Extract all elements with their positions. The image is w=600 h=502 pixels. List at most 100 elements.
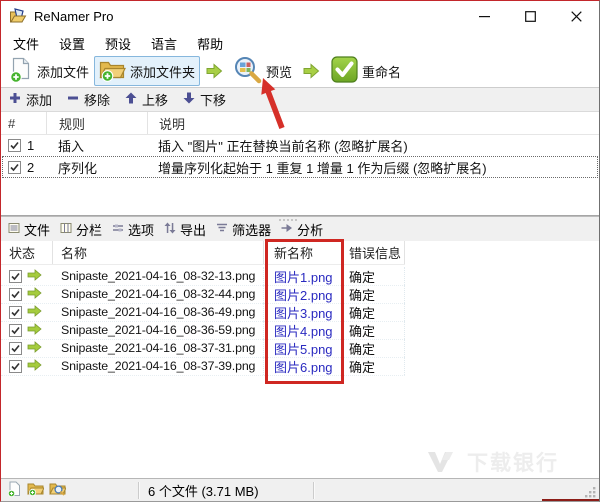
file-name: Snipaste_2021-04-16_08-36-59.png — [53, 321, 264, 339]
add-files-label: 添加文件 — [37, 64, 90, 80]
window-title: ReNamer Pro — [34, 8, 114, 24]
list-icon — [8, 222, 20, 237]
status-arrow-icon — [27, 340, 42, 356]
file-name: Snipaste_2021-04-16_08-37-31.png — [53, 339, 264, 357]
rules-col-desc[interactable]: 说明 — [148, 112, 599, 134]
file-row[interactable]: Snipaste_2021-04-16_08-36-59.png 图片4.png… — [1, 321, 405, 340]
file-row[interactable]: Snipaste_2021-04-16_08-32-13.png 图片1.png… — [1, 267, 405, 286]
rule-remove-label: 移除 — [84, 93, 111, 108]
status-arrow-icon — [27, 304, 42, 320]
rule-row[interactable]: 2 序列化 增量序列化起始于 1 重复 1 增量 1 作为后缀 (忽略扩展名) — [2, 156, 598, 178]
rules-col-rule[interactable]: 规则 — [47, 112, 148, 134]
tab-filters[interactable]: 筛选器 — [214, 217, 279, 242]
statusbar-separator — [313, 481, 314, 499]
tab-options[interactable]: 选项 — [110, 217, 162, 242]
file-checkbox[interactable] — [9, 269, 22, 283]
file-checkbox[interactable] — [9, 287, 22, 301]
minimize-button[interactable] — [461, 1, 507, 31]
files-header: 状态 名称 新名称 错误信息 — [1, 241, 405, 265]
files-panel: 状态 名称 新名称 错误信息 Snipaste_2021-04-16_08-32… — [1, 241, 599, 478]
menu-settings[interactable]: 设置 — [49, 31, 95, 56]
file-checkbox[interactable] — [9, 341, 22, 355]
file-row[interactable]: Snipaste_2021-04-16_08-37-39.png 图片6.png… — [1, 357, 405, 376]
rule-move-up-button[interactable]: 上移 — [125, 90, 168, 109]
tab-export[interactable]: 导出 — [162, 217, 214, 242]
file-checkbox[interactable] — [9, 359, 22, 373]
app-icon — [9, 8, 27, 24]
statusbar-folder-search-icon[interactable] — [49, 481, 67, 499]
resize-grip-icon[interactable] — [584, 486, 597, 499]
file-new-name: 图片2.png — [264, 285, 344, 303]
file-new-name: 图片3.png — [264, 303, 344, 321]
menu-presets[interactable]: 预设 — [95, 31, 141, 56]
maximize-button[interactable] — [507, 1, 553, 31]
add-folders-label: 添加文件夹 — [130, 64, 196, 80]
file-error: 确定 — [344, 303, 405, 321]
rule-number: 1 — [27, 137, 35, 153]
add-file-icon — [9, 57, 33, 86]
files-col-error[interactable]: 错误信息 — [344, 241, 405, 264]
file-new-name: 图片1.png — [264, 267, 344, 285]
filter-icon — [216, 222, 228, 237]
rule-name: 序列化 — [58, 160, 98, 176]
tab-columns[interactable]: 分栏 — [58, 217, 110, 242]
preview-button[interactable]: 预览 — [229, 56, 297, 86]
export-icon — [164, 222, 176, 237]
menu-bar: 文件 设置 预设 语言 帮助 — [1, 31, 599, 56]
rule-add-button[interactable]: 添加 — [9, 90, 52, 109]
statusbar-add-file-icon[interactable] — [7, 481, 22, 500]
rule-remove-button[interactable]: 移除 — [67, 90, 110, 109]
watermark-logo — [428, 450, 458, 475]
main-toolbar: 添加文件 添加文件夹 预览 重命名 — [1, 55, 599, 88]
file-name: Snipaste_2021-04-16_08-36-49.png — [53, 303, 264, 321]
file-checkbox[interactable] — [9, 305, 22, 319]
file-row[interactable]: Snipaste_2021-04-16_08-32-44.png 图片2.png… — [1, 285, 405, 304]
rule-checkbox[interactable] — [8, 160, 21, 174]
file-row[interactable]: Snipaste_2021-04-16_08-37-31.png 图片5.png… — [1, 339, 405, 358]
statusbar-add-folder-icon[interactable] — [27, 481, 45, 499]
close-button[interactable] — [553, 1, 599, 31]
menu-language[interactable]: 语言 — [141, 31, 187, 56]
rule-move-down-label: 下移 — [200, 93, 227, 108]
file-name: Snipaste_2021-04-16_08-32-44.png — [53, 285, 264, 303]
file-error: 确定 — [344, 285, 405, 303]
preview-magnifier-icon — [234, 56, 262, 87]
files-col-new-name[interactable]: 新名称 — [264, 241, 344, 264]
rule-checkbox[interactable] — [8, 138, 21, 152]
rename-check-icon — [331, 56, 358, 86]
file-error: 确定 — [344, 357, 405, 375]
rules-col-num[interactable]: # — [1, 112, 47, 134]
rule-row[interactable]: 1 插入 插入 "图片" 正在替换当前名称 (忽略扩展名) — [2, 134, 598, 156]
add-files-button[interactable]: 添加文件 — [4, 56, 94, 86]
file-new-name: 图片6.png — [264, 357, 344, 375]
status-arrow-icon — [27, 268, 42, 284]
file-checkbox[interactable] — [9, 323, 22, 337]
add-folders-button[interactable]: 添加文件夹 — [94, 56, 201, 86]
plus-icon — [9, 92, 21, 107]
splitter-grip[interactable] — [279, 219, 297, 221]
rules-panel: # 规则 说明 1 插入 插入 "图片" 正在替换当前名称 (忽略扩展名) 2 … — [1, 112, 599, 216]
menu-help[interactable]: 帮助 — [187, 31, 233, 56]
statusbar-file-count: 6 个文件 (3.71 MB) — [148, 483, 259, 499]
rule-add-label: 添加 — [26, 93, 53, 108]
app-window: ReNamer Pro 文件 设置 预设 语言 帮助 添加文件 添加文件夹 预览… — [0, 0, 600, 502]
view-tabbar: 文件 分栏 选项 导出 筛选器 分析 — [1, 216, 599, 241]
annotation-edge-mark — [542, 499, 599, 501]
down-arrow-icon — [183, 92, 195, 107]
rule-name: 插入 — [58, 138, 85, 154]
status-arrow-icon — [27, 358, 42, 374]
rename-button[interactable]: 重命名 — [326, 56, 406, 86]
rule-move-down-button[interactable]: 下移 — [183, 90, 226, 109]
menu-file[interactable]: 文件 — [3, 31, 49, 56]
file-error: 确定 — [344, 321, 405, 339]
file-new-name: 图片4.png — [264, 321, 344, 339]
rule-description: 插入 "图片" 正在替换当前名称 (忽略扩展名) — [158, 138, 408, 154]
file-row[interactable]: Snipaste_2021-04-16_08-36-49.png 图片3.png… — [1, 303, 405, 322]
rules-header: # 规则 说明 — [1, 112, 599, 135]
files-col-status[interactable]: 状态 — [1, 241, 53, 264]
files-col-name[interactable]: 名称 — [53, 241, 264, 264]
title-bar: ReNamer Pro — [1, 1, 599, 31]
file-error: 确定 — [344, 267, 405, 285]
tab-files[interactable]: 文件 — [6, 217, 58, 242]
watermark: 下载银行 — [428, 447, 559, 477]
